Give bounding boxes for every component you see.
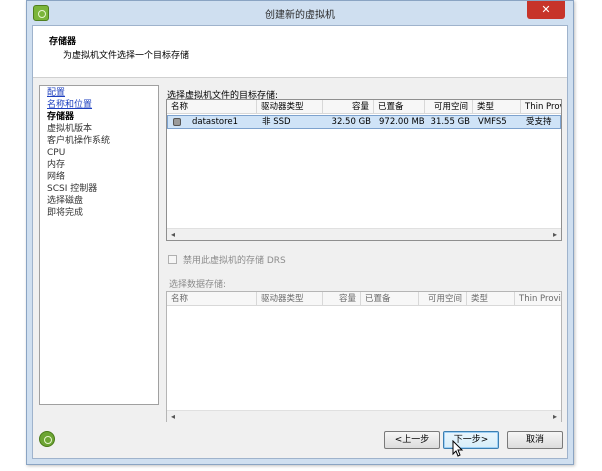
window-title: 创建新的虚拟机 xyxy=(265,10,335,21)
cell-provisioned: 972.00 MB xyxy=(379,117,425,127)
nav-step-memory: 内存 xyxy=(47,160,66,170)
scroll-right-icon[interactable]: ▸ xyxy=(549,411,561,422)
nav-step-storage: 存储器 xyxy=(47,112,75,122)
title-bar: 创建新的虚拟机 ✕ xyxy=(27,1,573,25)
drs-disable-option[interactable]: 禁用此虚拟机的存储 DRS xyxy=(168,253,286,266)
storage-table: 名称 驱动器类型 容量 已置备 可用空间 类型 Thin Provi datas… xyxy=(166,99,562,241)
column-header-type[interactable]: 类型 xyxy=(473,100,521,114)
column-header-free[interactable]: 可用空间 xyxy=(425,100,473,114)
page-subtitle: 为虚拟机文件选择一个目标存储 xyxy=(63,51,190,61)
nav-step-guest-os: 客户机操作系统 xyxy=(47,136,111,146)
help-icon[interactable] xyxy=(39,431,55,447)
datastore-icon xyxy=(173,118,181,126)
wizard-footer: <上一步 下一步> 取消 xyxy=(33,422,567,458)
column-header-thin: Thin Provi xyxy=(519,294,561,304)
horizontal-scrollbar[interactable]: ◂ ▸ xyxy=(167,410,561,422)
column-header-provisioned[interactable]: 已置备 xyxy=(374,100,425,114)
page-title: 存储器 xyxy=(49,37,77,47)
cancel-button[interactable]: 取消 xyxy=(507,431,563,449)
column-header-type: 类型 xyxy=(467,292,515,306)
scroll-left-icon[interactable]: ◂ xyxy=(167,229,179,240)
column-header-name[interactable]: 名称 xyxy=(167,100,257,114)
cell-thin: 受支持 xyxy=(526,117,552,127)
storage-table-header: 名称 驱动器类型 容量 已置备 可用空间 类型 Thin Provi xyxy=(167,100,561,114)
close-button[interactable]: ✕ xyxy=(527,1,565,19)
nav-step-vm-version: 虚拟机版本 xyxy=(47,124,93,134)
drs-label: 禁用此虚拟机的存储 DRS xyxy=(183,256,286,266)
nav-step-name-location[interactable]: 名称和位置 xyxy=(47,100,92,111)
cell-name: datastore1 xyxy=(192,117,239,127)
table-row[interactable]: datastore1 非 SSD 32.50 GB 972.00 MB 31.5… xyxy=(167,115,561,129)
wizard-step-nav: 配置 名称和位置 存储器 虚拟机版本 客户机操作系统 CPU 内存 网络 SCS… xyxy=(39,85,159,405)
nav-step-finish: 即将完成 xyxy=(47,208,84,218)
drs-checkbox[interactable] xyxy=(168,255,177,264)
column-header-capacity[interactable]: 容量 xyxy=(323,100,374,114)
datastore-table-header: 名称 驱动器类型 容量 已置备 可用空间 类型 Thin Provi xyxy=(167,292,561,306)
nav-step-disk: 选择磁盘 xyxy=(47,196,84,206)
cell-capacity: 32.50 GB xyxy=(331,117,371,127)
cell-type: VMFS5 xyxy=(478,117,507,127)
back-button[interactable]: <上一步 xyxy=(384,431,440,449)
column-header-name: 名称 xyxy=(167,292,257,306)
wizard-client-area: 存储器 为虚拟机文件选择一个目标存储 配置 名称和位置 存储器 虚拟机版本 客户… xyxy=(32,25,568,459)
datastore-table-label: 选择数据存储: xyxy=(169,280,227,290)
datastore-table: 名称 驱动器类型 容量 已置备 可用空间 类型 Thin Provi ◂ ▸ xyxy=(166,291,562,423)
wizard-header: 存储器 为虚拟机文件选择一个目标存储 xyxy=(33,26,567,78)
nav-step-scsi: SCSI 控制器 xyxy=(47,184,98,194)
scroll-left-icon[interactable]: ◂ xyxy=(167,411,179,422)
wizard-window: 创建新的虚拟机 ✕ 存储器 为虚拟机文件选择一个目标存储 配置 名称和位置 存储… xyxy=(26,0,574,465)
scroll-right-icon[interactable]: ▸ xyxy=(549,229,561,240)
mouse-pointer-icon xyxy=(452,440,464,457)
nav-step-network: 网络 xyxy=(47,172,66,182)
column-header-thin[interactable]: Thin Provi xyxy=(521,100,561,114)
column-header-provisioned: 已置备 xyxy=(361,292,419,306)
nav-step-config[interactable]: 配置 xyxy=(47,88,65,99)
cell-free: 31.55 GB xyxy=(430,117,470,127)
cell-drive-type: 非 SSD xyxy=(262,117,291,127)
horizontal-scrollbar[interactable]: ◂ ▸ xyxy=(167,228,561,240)
column-header-capacity: 容量 xyxy=(323,292,361,306)
nav-step-cpu: CPU xyxy=(47,148,66,158)
column-header-free: 可用空间 xyxy=(419,292,467,306)
column-header-drive-type: 驱动器类型 xyxy=(257,292,323,306)
column-header-drive-type[interactable]: 驱动器类型 xyxy=(257,100,323,114)
